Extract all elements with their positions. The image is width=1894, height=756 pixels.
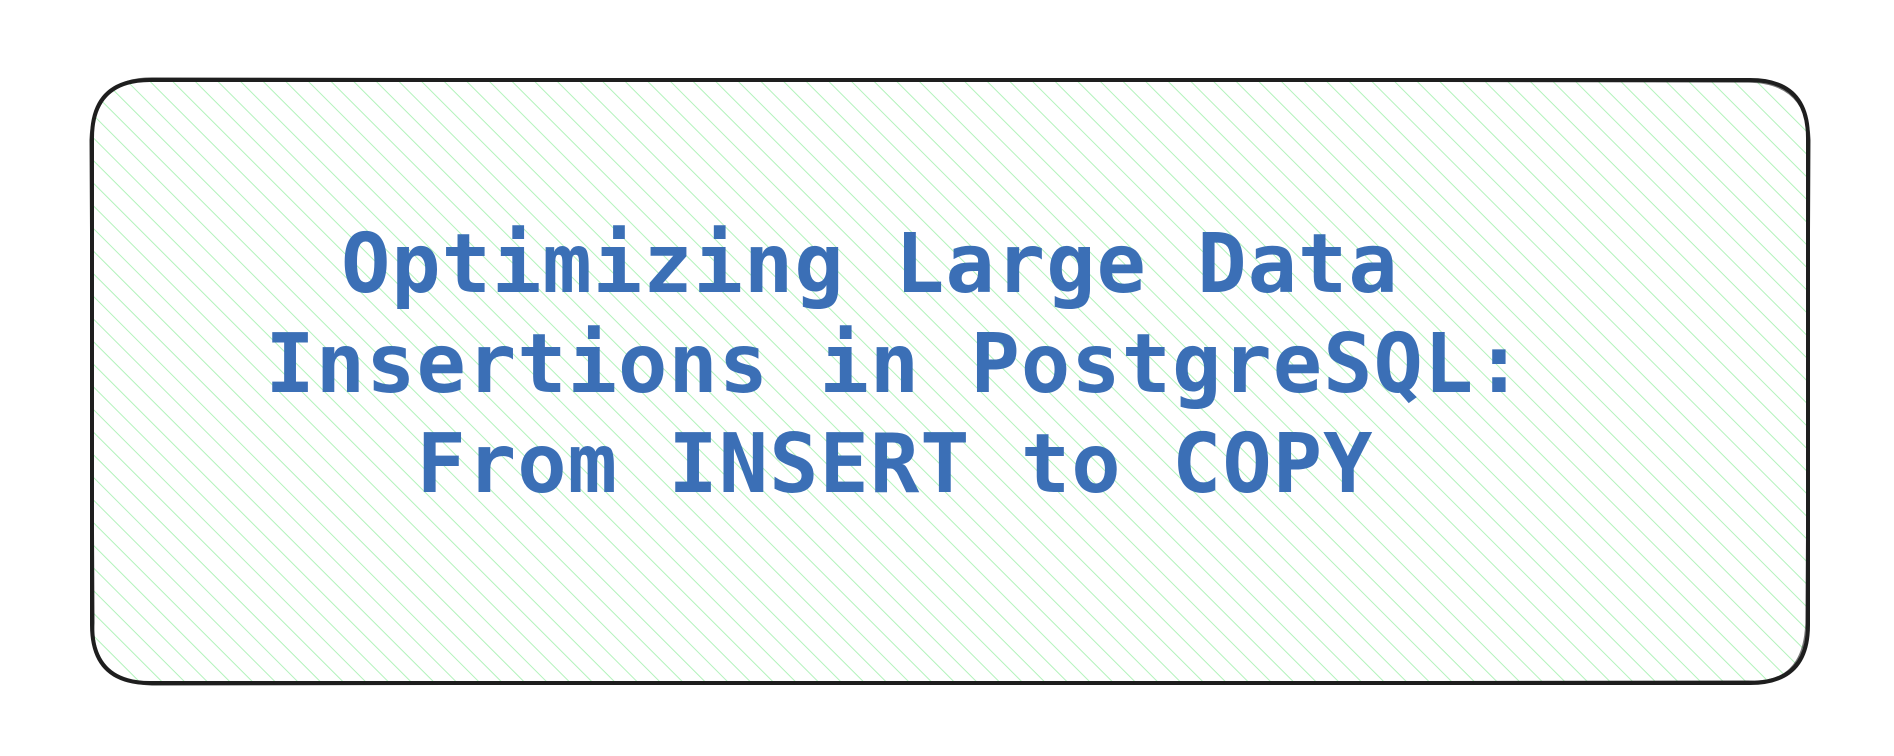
title-line-3: From INSERT to COPY xyxy=(416,417,1374,512)
title-line-2: Insertions in PostgreSQL: xyxy=(265,317,1525,412)
title-line-1: Optimizing Large Data xyxy=(340,217,1450,312)
diagram-title: Optimizing Large Data Insertions in Post… xyxy=(180,215,1610,512)
